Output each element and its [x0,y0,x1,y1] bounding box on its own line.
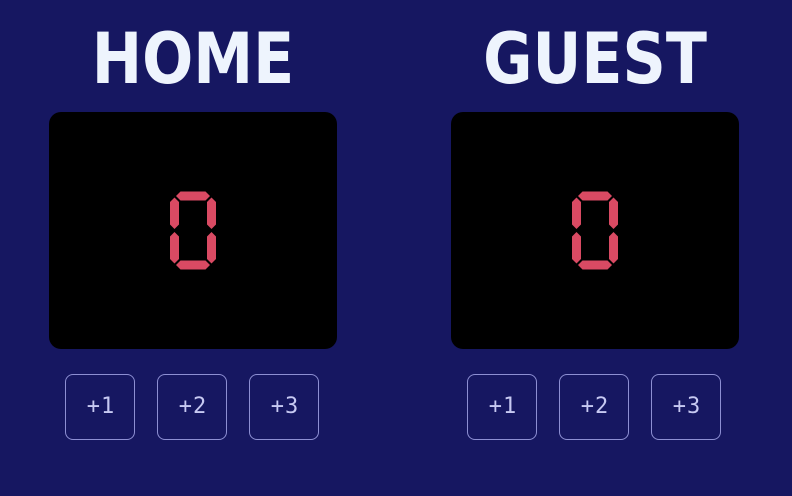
guest-score-display: 0 [451,112,739,349]
guest-add-2-label: +2 [580,394,610,419]
guest-add-1-button[interactable]: +1 [467,374,537,440]
guest-add-3-label: +3 [672,394,702,419]
digit-segment-a [176,191,210,201]
home-add-2-label: +2 [178,394,208,419]
home-add-1-button[interactable]: +1 [65,374,135,440]
digit-segment-e [572,232,581,264]
home-score-digit [170,191,216,270]
digit-segment-c [207,232,216,264]
guest-add-2-button[interactable]: +2 [559,374,629,440]
home-score-display: 0 [49,112,337,349]
home-title: HOME [91,18,295,100]
guest-add-1-label: +1 [488,394,518,419]
guest-title: GUEST [483,18,707,100]
digit-segment-e [170,232,179,264]
guest-score-digit [572,191,618,270]
home-add-3-button[interactable]: +3 [249,374,319,440]
digit-segment-c [609,232,618,264]
digit-segment-a [578,191,612,201]
digit-segment-b [609,197,618,229]
digit-segment-d [578,260,612,270]
digit-segment-f [572,197,581,229]
digit-segment-d [176,260,210,270]
home-add-2-button[interactable]: +2 [157,374,227,440]
guest-add-3-button[interactable]: +3 [651,374,721,440]
guest-button-row: +1 +2 +3 [467,374,723,442]
home-button-row: +1 +2 +3 [65,374,321,442]
digit-segment-f [170,197,179,229]
digit-segment-b [207,197,216,229]
home-add-1-label: +1 [86,394,116,419]
home-add-3-label: +3 [270,394,300,419]
